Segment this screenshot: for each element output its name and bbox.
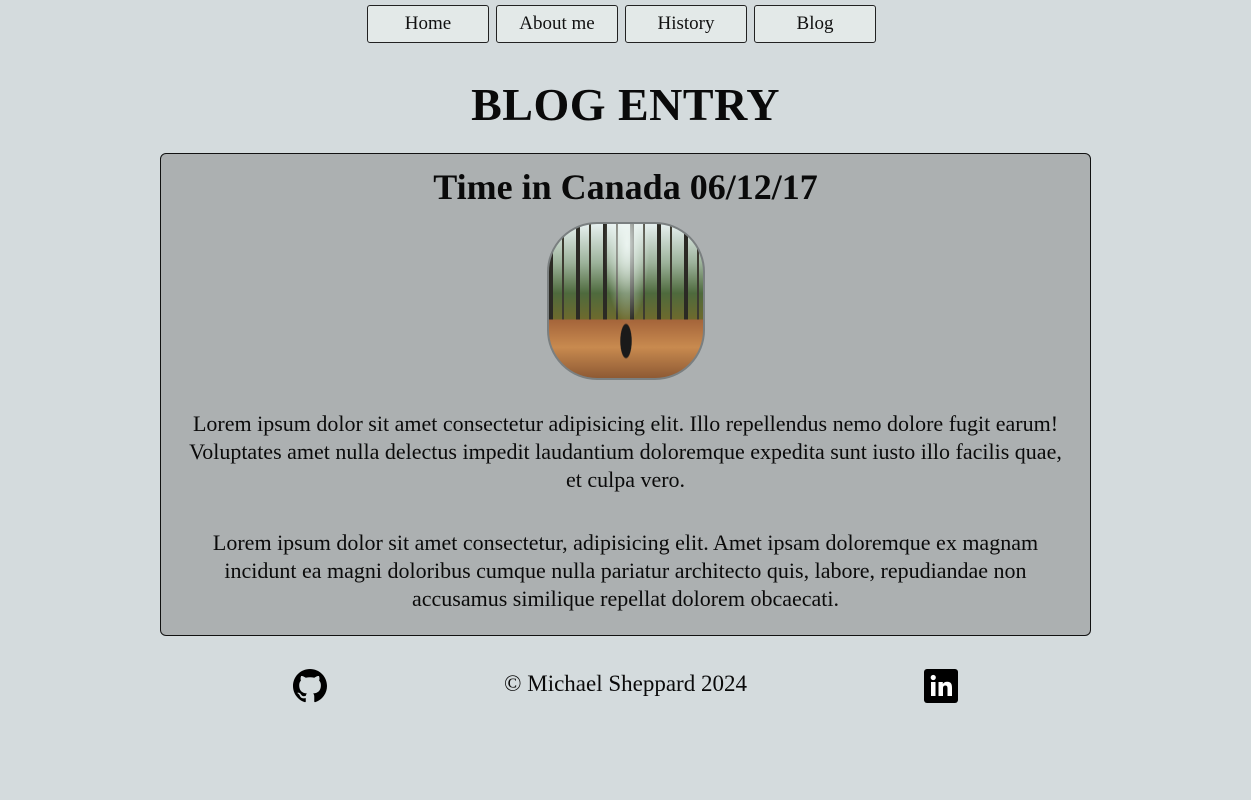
nav-history-button[interactable]: History [625,5,747,43]
copyright-text: © Michael Sheppard 2024 [504,671,747,696]
footer: © Michael Sheppard 2024 [0,668,1251,704]
nav-blog-button[interactable]: Blog [754,5,876,43]
photo-light [604,224,650,324]
entry-paragraph: Lorem ipsum dolor sit amet consectetur, … [212,530,1039,611]
entry-paragraph: Lorem ipsum dolor sit amet consectetur a… [189,411,1062,492]
entry-photo [547,222,705,380]
blog-entry-card: Time in Canada 06/12/17 Lorem ipsum dolo… [160,153,1091,636]
linkedin-icon[interactable] [924,669,958,703]
nav-home-button[interactable]: Home [367,5,489,43]
entry-title: Time in Canada 06/12/17 [433,167,818,207]
page-title: BLOG ENTRY [471,79,780,130]
nav-about-button[interactable]: About me [496,5,618,43]
github-icon[interactable] [293,669,327,703]
main-nav: Home About me History Blog [367,5,876,43]
